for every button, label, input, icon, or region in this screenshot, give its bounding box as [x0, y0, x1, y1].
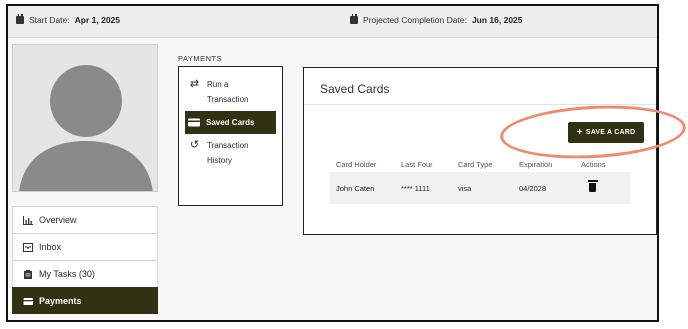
history-icon: ↺: [189, 139, 200, 151]
sidebar-item-my-tasks[interactable]: My Tasks (30): [12, 260, 158, 287]
sidebar-item-label: Overview: [39, 215, 77, 225]
plus-icon: +: [576, 127, 583, 138]
column-header: Card Type: [458, 159, 493, 169]
menu-item-run-transaction[interactable]: ⇄ Run a Transaction: [185, 73, 276, 111]
card-type-cell: visa: [458, 183, 472, 193]
date-bar: Start Date: Apr 1, 2025 Projected Comple…: [8, 6, 657, 38]
calendar-icon: [16, 14, 24, 24]
sidebar-item-inbox[interactable]: Inbox: [12, 233, 158, 260]
avatar: [12, 44, 158, 192]
start-date-value: Apr 1, 2025: [74, 15, 121, 25]
menu-item-label: Saved Cards: [206, 118, 255, 127]
sidebar-item-label: Inbox: [39, 242, 62, 252]
menu-item-label: Run a Transaction: [207, 80, 249, 104]
user-placeholder-icon: [19, 65, 153, 191]
completion-date: Projected Completion Date: Jun 16, 2025: [350, 14, 523, 25]
save-card-button-label: SAVE A CARD: [585, 129, 636, 136]
start-date: Start Date: Apr 1, 2025: [16, 14, 121, 25]
divider: [304, 104, 656, 105]
expiration-cell: 04/2028: [519, 183, 547, 193]
payments-menu: ⇄ Run a Transaction Saved Cards ↺ Transa…: [178, 66, 283, 206]
sidebar-nav: Overview Inbox My Tasks (30) Payments: [12, 206, 158, 314]
completion-date-value: Jun 16, 2025: [471, 15, 523, 25]
column-header: Last Four: [401, 159, 433, 169]
saved-cards-table: Card Holder Last Four Card Type Expirati…: [330, 156, 630, 204]
table-header: Card Holder Last Four Card Type Expirati…: [330, 156, 630, 172]
chart-icon: [23, 215, 33, 225]
last-four-cell: **** 1111: [401, 183, 430, 193]
card-holder-cell: John Caten: [336, 183, 375, 193]
table-row: John Caten **** 1111 visa 04/2028: [330, 172, 630, 204]
actions-cell: [581, 179, 630, 194]
credit-card-icon: [23, 297, 33, 305]
panel-title: Saved Cards: [320, 82, 390, 96]
credit-card-icon: [188, 118, 200, 127]
menu-item-transaction-history[interactable]: ↺ Transaction History: [185, 134, 276, 172]
sidebar-item-label: Payments: [39, 296, 82, 306]
saved-cards-panel: Saved Cards + SAVE A CARD Card Holder La…: [303, 67, 657, 235]
menu-item-label: Transaction History: [207, 141, 249, 165]
sidebar-item-overview[interactable]: Overview: [12, 206, 158, 233]
menu-item-saved-cards[interactable]: Saved Cards: [185, 111, 276, 134]
clipboard-icon: [24, 269, 32, 279]
sidebar-item-label: My Tasks (30): [39, 269, 95, 279]
sidebar-item-payments[interactable]: Payments: [12, 287, 158, 314]
payments-section-label: PAYMENTS: [178, 54, 223, 63]
column-header: Expiration: [519, 159, 553, 169]
column-header: Actions: [581, 159, 606, 169]
inbox-icon: [23, 242, 33, 252]
app-frame: Start Date: Apr 1, 2025 Projected Comple…: [6, 4, 659, 322]
start-date-label: Start Date:: [29, 15, 70, 25]
trash-icon[interactable]: [587, 179, 598, 192]
column-header: Card Holder: [336, 159, 377, 169]
completion-date-label: Projected Completion Date:: [363, 15, 467, 25]
save-card-button[interactable]: + SAVE A CARD: [568, 122, 644, 143]
swap-arrows-icon: ⇄: [189, 78, 200, 90]
calendar-icon: [350, 14, 358, 24]
